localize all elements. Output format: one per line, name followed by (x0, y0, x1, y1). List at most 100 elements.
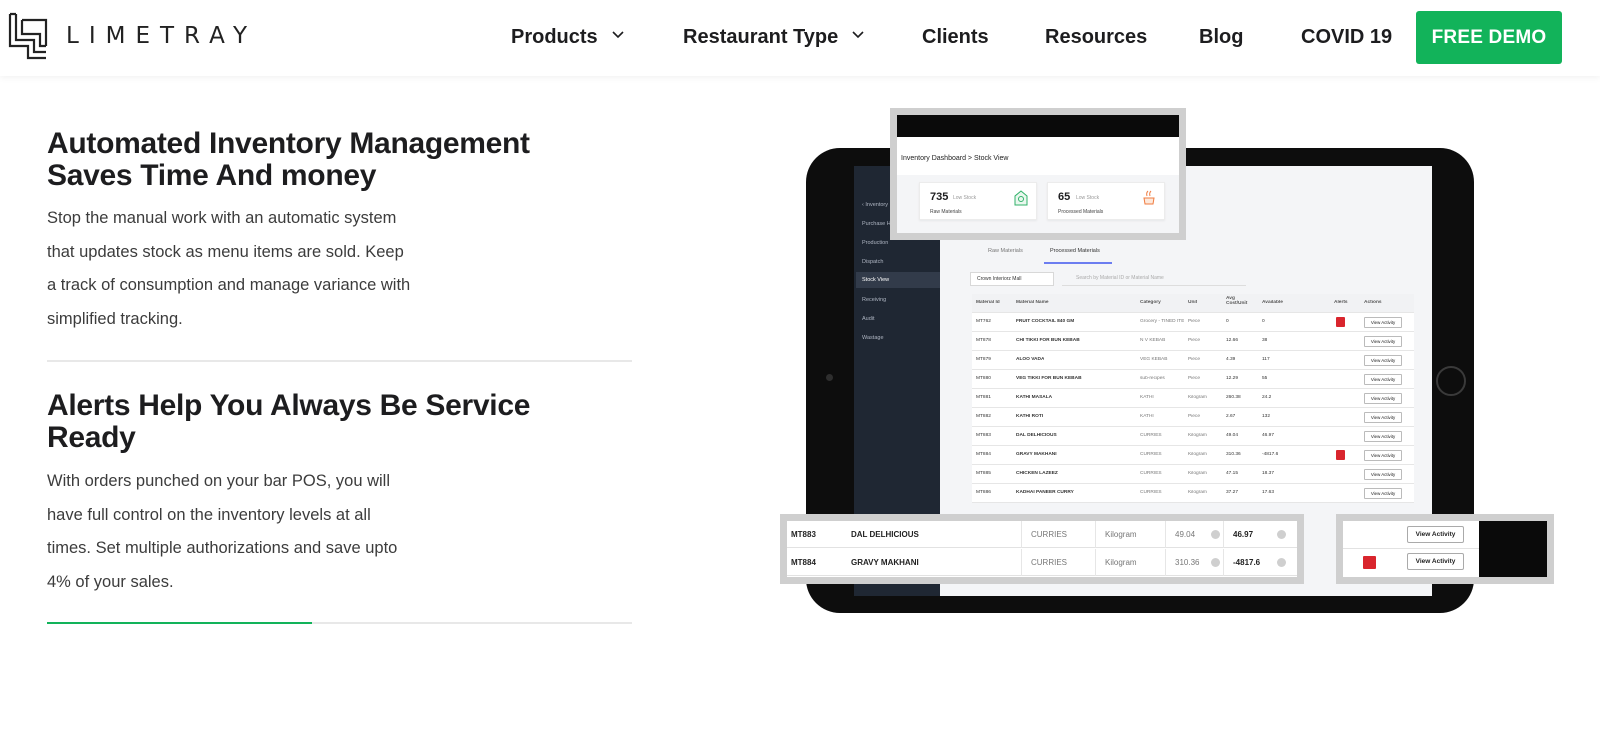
view-activity-button[interactable]: View Activity (1407, 526, 1464, 543)
section-1-body: Stop the manual work with an automatic s… (47, 202, 410, 336)
section-2-body-line: times. Set multiple authorizations and s… (47, 539, 398, 557)
category: CURRIES (1031, 530, 1068, 539)
chevron-down-icon (612, 31, 624, 39)
nav-resources-label: Resources (1045, 25, 1148, 48)
category: VEG KEBAB (1140, 357, 1168, 362)
site-header: LIMETRAY Products Restaurant Type Client… (0, 0, 1600, 76)
view-activity-button[interactable]: View Activity (1364, 488, 1402, 499)
material-id: MT881 (976, 395, 991, 400)
sidebar-item-production: Production (862, 240, 889, 246)
category: CURRIES (1140, 471, 1162, 476)
material-name: VEG TIKKI FOR BUN KEBAB (1016, 376, 1082, 381)
section-2-body-line: have full control on the inventory level… (47, 505, 371, 524)
view-activity-button[interactable]: View Activity (1364, 393, 1402, 404)
tab-processed-materials: Processed Materials (1050, 248, 1100, 254)
category: CURRIES (1031, 558, 1068, 567)
app-topbar (897, 115, 1179, 137)
avg-cost: 260.38 (1226, 395, 1241, 400)
avg-cost: 4.39 (1226, 357, 1236, 362)
zoom-table-row: MT884 GRAVY MAKHANI CURRIES Kilogram 310.36 -… (787, 549, 1297, 576)
column-header: Material Id (976, 300, 1000, 305)
section-2-title-line2: Ready (47, 421, 136, 454)
stat-value: 735 (930, 191, 949, 203)
category: N V KEBAB (1140, 338, 1166, 343)
avg-cost: 0 (1226, 319, 1229, 324)
nav-restaurant-type[interactable]: Restaurant Type (683, 0, 864, 74)
nav-products[interactable]: Products (511, 0, 624, 74)
section-1-body-line: simplified tracking. (47, 309, 183, 328)
column-header: Avg Cost/Unit (1226, 296, 1248, 306)
nav-covid-19-label: COVID 19 (1301, 25, 1393, 48)
free-demo-button[interactable]: FREE DEMO (1416, 11, 1562, 64)
nav-resources[interactable]: Resources (1045, 0, 1147, 74)
avg-cost: 2.67 (1226, 414, 1236, 419)
nav-restaurant-type-label: Restaurant Type (683, 25, 839, 48)
view-activity-button[interactable]: View Activity (1364, 469, 1402, 480)
table-row: MT762 FRUIT COCKTAIL 840 GM Grocery - TINE… (972, 313, 1414, 332)
available: 38 (1262, 338, 1268, 343)
column-header: Material Name (1016, 300, 1049, 305)
stat-label: Processed Materials (1058, 209, 1104, 215)
section-2-body-line: With orders punched on your bar POS, you… (47, 472, 390, 490)
nav-clients[interactable]: Clients (922, 0, 989, 74)
view-activity-button[interactable]: View Activity (1364, 374, 1402, 385)
tablet-camera (826, 374, 833, 381)
table-row: MT881 KATHI MASALA KATHI Kilogram 260.38 24.2… (972, 389, 1414, 408)
sidebar-item-inventory: ‹ Inventory (862, 202, 888, 208)
column-divider (1165, 521, 1166, 548)
section-2-body: With orders punched on your bar POS, you… (47, 465, 397, 599)
avg-cost: 12.29 (1226, 376, 1239, 381)
material-name: DAL DELHICIOUS (851, 530, 919, 539)
table-header: Material Id Material Name Category Unit … (972, 294, 1414, 313)
raw-materials-icon (1014, 190, 1028, 206)
category: KATHI (1140, 414, 1154, 419)
material-name: KATHI MASALA (1016, 395, 1053, 400)
unit: Kilogram (1105, 558, 1137, 567)
material-name: KATHI ROTI (1016, 414, 1044, 419)
section-1-body-line: a track of consumption and manage varian… (47, 276, 411, 294)
breadcrumb: Inventory Dashboard > Stock View (901, 155, 1009, 162)
category: Grocery - TINED ITEM (1140, 319, 1184, 324)
available: 24.2 (1262, 395, 1272, 400)
material-id: MT878 (976, 338, 991, 343)
unit: Piece (1188, 338, 1200, 343)
column-divider (1021, 521, 1022, 548)
section-2-title[interactable]: Alerts Help You Always Be Service Ready (47, 390, 530, 454)
nav-blog[interactable]: Blog (1199, 0, 1243, 74)
section-1-title-line1: Automated Inventory Management (47, 127, 530, 160)
avg-cost: 49.04 (1175, 530, 1196, 539)
material-name: GRAVY MAKHANI (851, 558, 919, 567)
material-name: GRAVY MAKHANI (1016, 452, 1057, 457)
limetray-logo-icon (8, 12, 48, 60)
nav-covid-19[interactable]: COVID 19 (1301, 0, 1392, 74)
view-activity-button[interactable]: View Activity (1364, 355, 1402, 366)
material-name: CHI TIKKI FOR BUN KEBAB (1016, 338, 1080, 343)
material-name: KADHAI PANEER CURRY (1016, 490, 1074, 495)
zoom-table-row: MT883 DAL DELHICIOUS CURRIES Kilogram 49.04 4… (787, 521, 1297, 548)
available: 18.37 (1262, 471, 1275, 476)
view-activity-button[interactable]: View Activity (1364, 317, 1402, 328)
category: CURRIES (1140, 490, 1162, 495)
view-activity-button[interactable]: View Activity (1364, 336, 1402, 347)
material-name: DAL DELHICIOUS (1016, 433, 1057, 438)
view-activity-button[interactable]: View Activity (1364, 450, 1402, 461)
view-activity-button[interactable]: View Activity (1364, 412, 1402, 423)
column-divider (1223, 549, 1224, 576)
section-1-title-line2: Saves Time And money (47, 159, 377, 192)
table-row: MT878 CHI TIKKI FOR BUN KEBAB N V KEBAB Pie… (972, 332, 1414, 351)
stat-value: 65 (1058, 191, 1071, 203)
active-tab-underline (1044, 262, 1112, 264)
stats-callout-panel: Inventory Dashboard > Stock View 735 Low… (897, 115, 1179, 233)
stat-label: Raw Materials (930, 209, 962, 215)
view-activity-button[interactable]: View Activity (1407, 553, 1464, 570)
sidebar-item-wastage: Wastage (862, 335, 884, 341)
column-header: Alerts (1334, 300, 1348, 305)
column-divider (1021, 549, 1022, 576)
section-1-title[interactable]: Automated Inventory Management Saves Tim… (47, 128, 530, 192)
unit: Kilogram (1188, 433, 1207, 438)
avg-cost: 37.27 (1226, 490, 1239, 495)
table-row: MT884 GRAVY MAKHANI CURRIES Kilogram 310.36 -… (972, 446, 1414, 465)
section-1-body-line: Stop the manual work with an automatic s… (47, 209, 397, 227)
view-activity-button[interactable]: View Activity (1364, 431, 1402, 442)
limetray-logo[interactable]: LIMETRAY (8, 12, 257, 60)
